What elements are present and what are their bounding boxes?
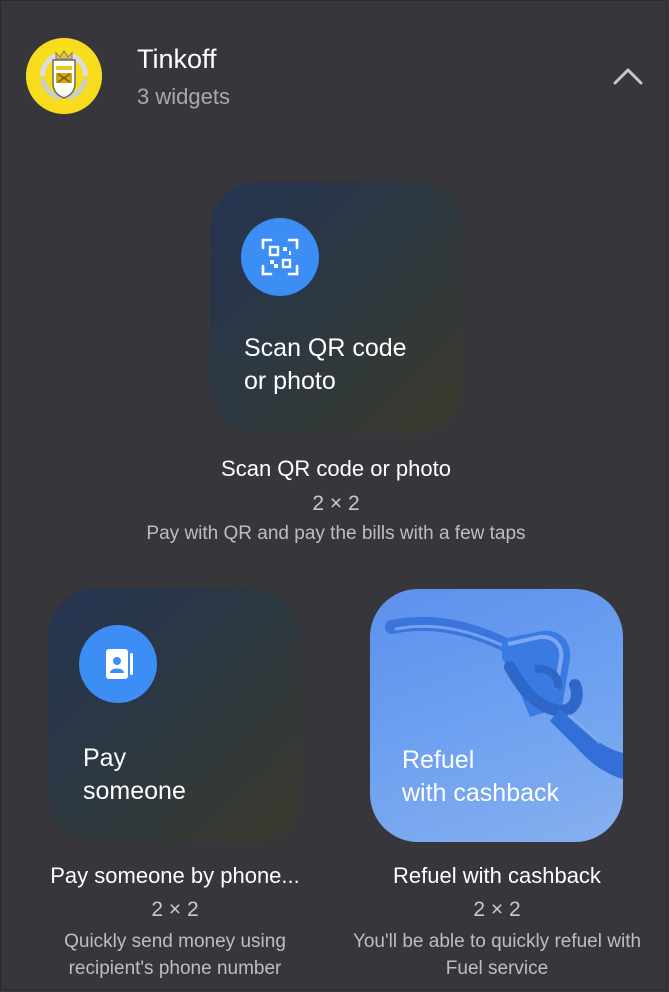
app-name: Tinkoff <box>137 44 217 74</box>
widget-description: Quickly send money using recipient's pho… <box>64 931 286 979</box>
widget-description: You'll be able to quickly refuel with Fu… <box>352 931 642 979</box>
widget-size: 2 × 2 <box>151 898 199 921</box>
contact-card-icon <box>79 625 157 703</box>
qr-scan-icon <box>241 218 319 296</box>
widget-size: 2 × 2 <box>473 898 521 921</box>
widget-size: 2 × 2 <box>312 492 360 515</box>
collapse-button[interactable] <box>608 60 648 92</box>
widget-title: Pay someone by phone... <box>50 863 300 888</box>
widget-title: Scan QR code or photo <box>221 456 451 481</box>
card-label: Scan QR code or photo <box>244 334 407 395</box>
card-label: Refuel with cashback <box>402 746 560 807</box>
refuel-widget-preview[interactable]: Refuel with cashback <box>370 589 623 842</box>
widget-title: Refuel with cashback <box>393 863 601 888</box>
tinkoff-crest-icon <box>26 38 102 114</box>
widget-count: 3 widgets <box>137 84 230 109</box>
widget-description: Pay with QR and pay the bills with a few… <box>146 523 526 544</box>
chevron-up-icon <box>613 68 643 85</box>
scan-qr-widget-preview[interactable]: Scan QR code or photo <box>210 182 462 434</box>
pay-someone-widget-preview[interactable]: Pay someone <box>48 589 301 842</box>
card-label: Pay someone <box>83 744 186 805</box>
